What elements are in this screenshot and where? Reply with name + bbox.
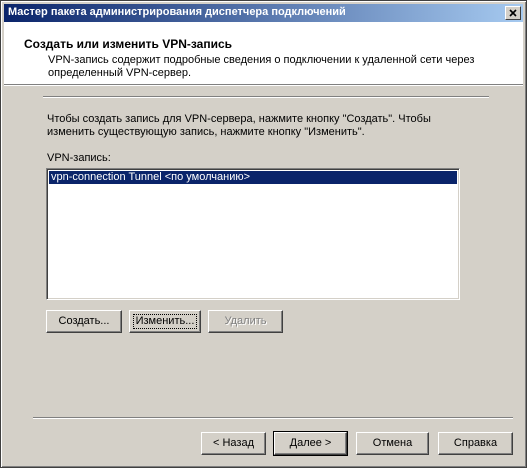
close-button[interactable] [505,6,521,20]
back-button[interactable]: < Назад [201,432,266,455]
footer-divider [33,417,513,419]
vpn-entry-label: VPN-запись: [47,152,111,164]
cancel-button[interactable]: Отмена [356,432,429,455]
delete-button[interactable]: Удалить [208,310,283,333]
content-divider [43,96,489,98]
vpn-entry-list[interactable]: vpn-connection Tunnel <по умолчанию> [46,168,460,300]
create-button[interactable]: Создать... [46,310,122,333]
wizard-window: Мастер пакета администрирования диспетче… [0,0,527,468]
help-button[interactable]: Справка [438,432,513,455]
list-item[interactable]: vpn-connection Tunnel <по умолчанию> [49,171,457,184]
next-button[interactable]: Далее > [273,431,348,456]
edit-button-label: Изменить... [135,315,195,327]
edit-button[interactable]: Изменить... [129,310,201,333]
header-divider [4,84,523,86]
window-title: Мастер пакета администрирования диспетче… [8,6,346,18]
page-description: VPN-запись содержит подробные сведения о… [48,54,475,79]
wizard-header: Создать или изменить VPN-запись VPN-запи… [4,22,523,84]
intro-text: Чтобы создать запись для VPN-сервера, на… [47,113,431,138]
title-bar[interactable]: Мастер пакета администрирования диспетче… [4,4,523,22]
close-icon [509,9,517,17]
page-title: Создать или изменить VPN-запись [24,37,233,51]
